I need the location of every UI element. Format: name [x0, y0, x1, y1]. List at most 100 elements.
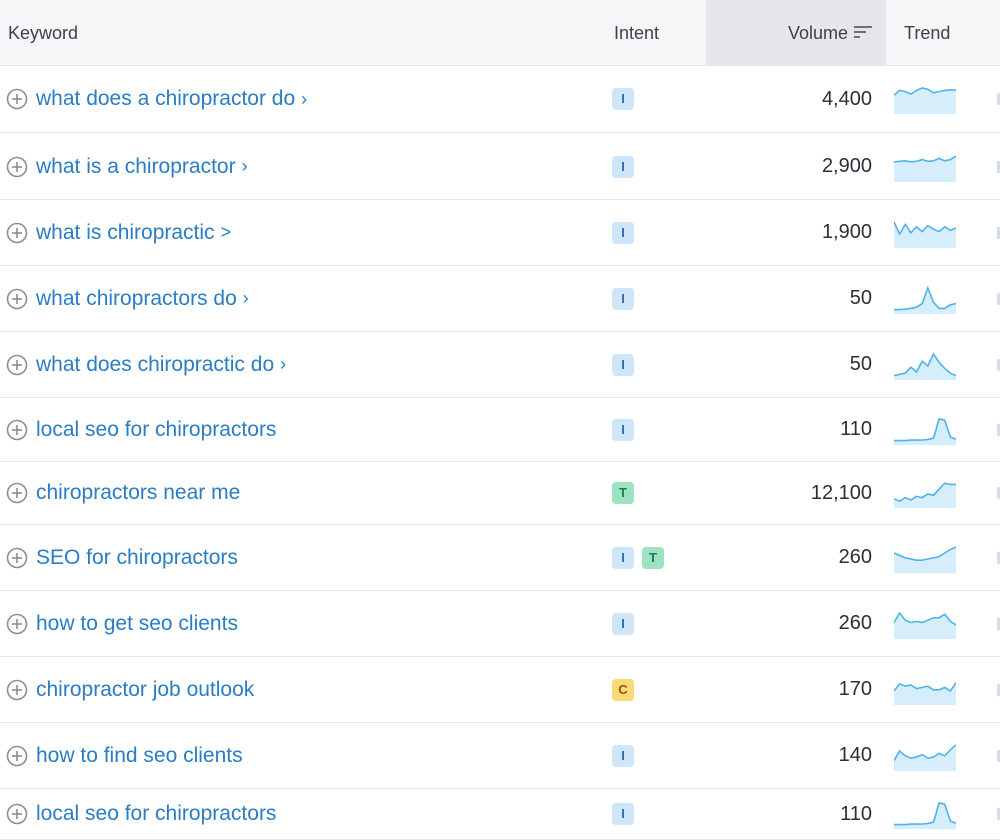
intent-badge: I — [612, 88, 634, 110]
trend-sparkline — [894, 87, 956, 114]
table-row: how to get seo clients I 260 — [0, 591, 1000, 657]
intent-cell: I — [612, 723, 634, 788]
table-row: what is chiropractic > I 1,900 — [0, 200, 1000, 266]
keyword-link[interactable]: what is chiropractic — [36, 221, 215, 245]
keyword-cell: what is chiropractic > — [6, 200, 231, 265]
trend-cell — [894, 657, 956, 722]
table-row: chiropractor job outlook C 170 — [0, 657, 1000, 723]
add-keyword-icon[interactable] — [6, 222, 28, 244]
keyword-link[interactable]: how to find seo clients — [36, 744, 243, 768]
keyword-cell: how to get seo clients — [6, 591, 238, 656]
add-keyword-icon[interactable] — [6, 745, 28, 767]
intent-badge: I — [612, 155, 634, 178]
volume-value: 50 — [849, 287, 872, 309]
trend-cell — [894, 462, 956, 524]
intent-badge: I — [612, 803, 634, 825]
intent-badge: T — [612, 482, 634, 504]
intent-badge: I — [612, 546, 634, 569]
trend-sparkline — [894, 802, 956, 829]
column-header-keyword[interactable]: Keyword — [8, 0, 78, 66]
keyword-link[interactable]: what does chiropractic do — [36, 353, 274, 377]
trend-cell — [894, 200, 956, 265]
trend-cell — [894, 266, 956, 331]
keyword-cell: SEO for chiropractors — [6, 525, 238, 590]
column-header-volume-label: Volume — [787, 23, 848, 43]
intent-cell: I — [612, 591, 634, 656]
table-row: chiropractors near me T 12,100 — [0, 462, 1000, 525]
keyword-cell: chiropractors near me — [6, 462, 240, 524]
add-keyword-icon[interactable] — [6, 419, 28, 441]
add-keyword-icon[interactable] — [6, 613, 28, 635]
table-header: Keyword Intent Volume Trend — [0, 0, 1000, 66]
trend-sparkline — [894, 154, 956, 182]
keyword-cell: what does chiropractic do › — [6, 332, 286, 397]
keyword-link[interactable]: chiropractor job outlook — [36, 678, 254, 702]
add-keyword-icon[interactable] — [6, 288, 28, 310]
trend-sparkline — [894, 417, 956, 445]
volume-value: 140 — [838, 744, 872, 766]
intent-cell: T — [612, 462, 634, 524]
intent-cell: I — [612, 266, 634, 331]
keyword-cell: how to find seo clients — [6, 723, 243, 788]
table-row: local seo for chiropractors I 110 — [0, 398, 1000, 462]
add-keyword-icon[interactable] — [6, 88, 28, 110]
add-keyword-icon[interactable] — [6, 156, 28, 178]
table-row: SEO for chiropractors I T 260 — [0, 525, 1000, 591]
keyword-link[interactable]: how to get seo clients — [36, 612, 238, 636]
keyword-cell: local seo for chiropractors — [6, 789, 276, 839]
keyword-cell: chiropractor job outlook — [6, 657, 254, 722]
trend-area — [894, 287, 956, 314]
column-header-volume[interactable]: Volume — [706, 0, 886, 66]
volume-value: 110 — [840, 802, 872, 825]
trend-cell — [894, 723, 956, 788]
add-keyword-icon[interactable] — [6, 354, 28, 376]
keyword-link[interactable]: what does a chiropractor do — [36, 87, 295, 111]
trend-cell — [894, 789, 956, 839]
trend-cell — [894, 134, 956, 199]
add-keyword-icon[interactable] — [6, 482, 28, 504]
trend-cell — [894, 66, 956, 132]
add-keyword-icon[interactable] — [6, 547, 28, 569]
keyword-table: Keyword Intent Volume Trend what does a … — [0, 0, 1000, 840]
trend-sparkline — [894, 285, 956, 314]
keyword-cell: what chiropractors do › — [6, 266, 249, 331]
chevron-right-icon[interactable]: › — [243, 288, 249, 309]
keyword-link[interactable]: what is a chiropractor — [36, 155, 236, 179]
keyword-cell: local seo for chiropractors — [6, 398, 276, 461]
trend-sparkline — [894, 221, 956, 248]
trend-cell — [894, 525, 956, 590]
intent-badge: I — [612, 418, 634, 441]
trend-area — [894, 353, 956, 380]
trend-cell — [894, 332, 956, 397]
intent-cell: I — [612, 789, 634, 839]
trend-cell — [894, 398, 956, 461]
intent-badge: I — [612, 221, 634, 244]
add-keyword-icon[interactable] — [6, 679, 28, 701]
keyword-link[interactable]: chiropractors near me — [36, 481, 240, 505]
volume-value: 12,100 — [810, 481, 872, 504]
volume-value: 170 — [838, 678, 872, 700]
chevron-right-icon[interactable]: › — [242, 156, 248, 177]
chevron-right-icon[interactable]: > — [221, 222, 232, 243]
intent-badge: I — [612, 353, 634, 376]
keyword-cell: what does a chiropractor do › — [6, 66, 307, 132]
sort-descending-icon[interactable] — [854, 25, 872, 39]
keyword-link[interactable]: what chiropractors do — [36, 287, 237, 311]
add-keyword-icon[interactable] — [6, 803, 28, 825]
trend-sparkline — [894, 743, 956, 771]
chevron-right-icon[interactable]: › — [301, 89, 307, 110]
volume-value: 2,900 — [821, 155, 872, 177]
intent-cell: I — [612, 200, 634, 265]
trend-area — [894, 744, 956, 771]
column-header-intent[interactable]: Intent — [614, 0, 659, 66]
volume-value: 260 — [838, 612, 872, 634]
keyword-link[interactable]: local seo for chiropractors — [36, 802, 276, 826]
chevron-right-icon[interactable]: › — [280, 354, 286, 375]
keyword-link[interactable]: SEO for chiropractors — [36, 546, 238, 570]
volume-value: 1,900 — [821, 221, 872, 243]
keyword-link[interactable]: local seo for chiropractors — [36, 418, 276, 442]
trend-sparkline — [894, 545, 956, 573]
trend-sparkline — [894, 482, 956, 508]
intent-badge: I — [612, 744, 634, 767]
volume-value: 110 — [840, 418, 872, 440]
